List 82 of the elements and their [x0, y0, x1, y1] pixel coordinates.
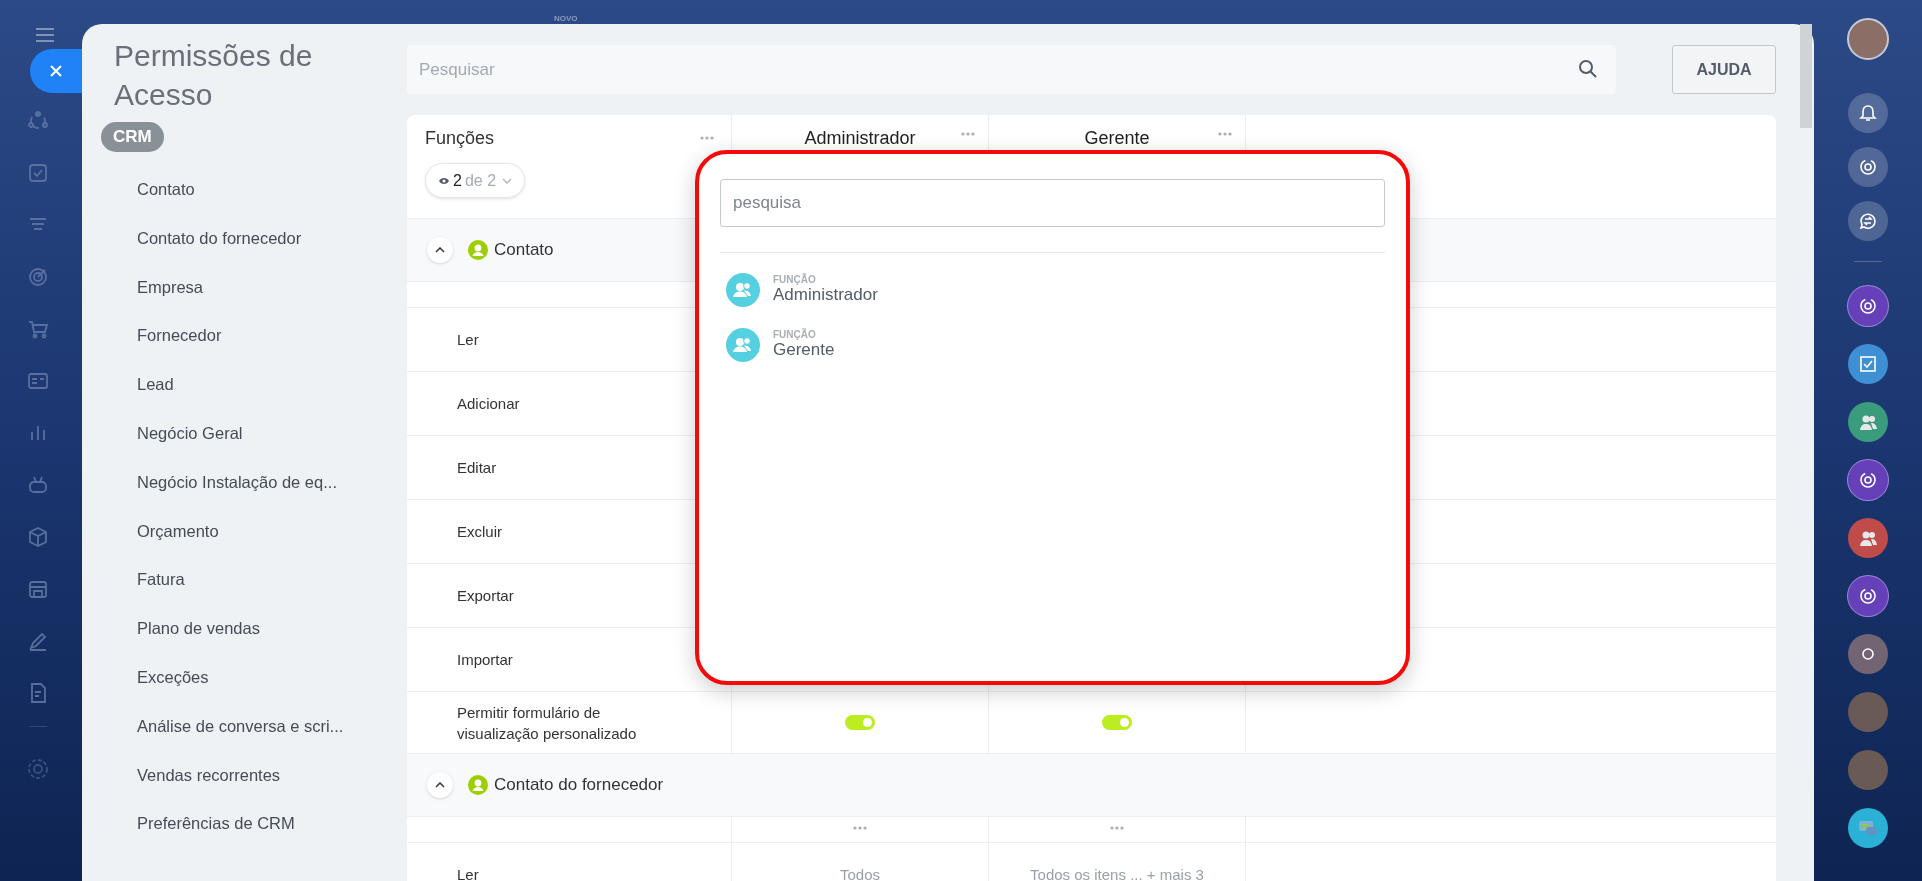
sidebar-item[interactable]: Contato [137, 165, 195, 214]
scrollbar[interactable] [1800, 24, 1812, 128]
more-icon[interactable] [699, 135, 715, 141]
permission-label: Excluir [457, 522, 502, 542]
sidebar-item[interactable]: Contato do fornecedor [137, 213, 302, 263]
column-header: Gerente [1084, 128, 1150, 149]
column-header: Funções [425, 128, 495, 149]
sidebar-item[interactable]: Negócio Geral [137, 409, 243, 458]
box-icon[interactable] [27, 526, 49, 548]
section-title: Contato do fornecedor [494, 775, 664, 795]
role-option[interactable]: FUNÇÃO Gerente [720, 321, 841, 368]
checkbox-icon[interactable] [27, 162, 49, 184]
chat-arrows-icon [1857, 210, 1879, 232]
person-icon [468, 775, 488, 795]
sidebar-item[interactable]: Plano de vendas [137, 604, 260, 653]
checkbox-icon [1857, 353, 1879, 375]
eye-icon [438, 175, 450, 186]
avatar[interactable] [1847, 18, 1889, 60]
chevron-down-icon [502, 177, 513, 184]
person-icon [468, 240, 488, 260]
toggle-switch[interactable] [845, 715, 875, 730]
target-icon[interactable] [27, 266, 49, 288]
search-icon [1578, 59, 1598, 79]
search-field[interactable]: Pesquisar [407, 45, 1616, 94]
role-type-label: FUNÇÃO [773, 329, 817, 340]
page-title: Permissões de Acesso [114, 38, 314, 113]
sidebar-item[interactable]: Lead [137, 360, 174, 409]
sidebar-item[interactable]: Fornecedor [137, 311, 222, 361]
circle-nodes-icon[interactable] [27, 110, 49, 132]
store-icon[interactable] [27, 578, 49, 600]
menu-icon[interactable] [34, 27, 56, 43]
notification-button[interactable] [1848, 93, 1888, 133]
role-name: Administrador [773, 285, 878, 305]
pen-icon[interactable] [27, 630, 49, 652]
permission-label: Ler [457, 865, 479, 881]
sidebar-item[interactable]: Orçamento [137, 506, 219, 556]
chat-arrows-button[interactable] [1848, 201, 1888, 241]
chevron-up-icon [435, 782, 445, 788]
collapse-button[interactable] [427, 237, 453, 263]
more-icon[interactable] [960, 131, 976, 137]
sidebar-item[interactable]: Exceções [137, 652, 209, 702]
permission-label: Importar [457, 650, 513, 670]
settings-icon[interactable] [26, 757, 50, 781]
permission-label: Adicionar [457, 394, 520, 414]
toggle-switch[interactable] [1102, 715, 1132, 730]
permission-label: Exportar [457, 586, 514, 606]
cart-icon[interactable] [27, 318, 49, 340]
close-icon [48, 63, 64, 79]
sidebar-item[interactable]: Análise de conversa e scri... [137, 701, 344, 751]
permission-label: Ler [457, 330, 479, 350]
new-label: NOVO [554, 14, 578, 23]
help-button[interactable]: AJUDA [1672, 45, 1776, 94]
notification-icon [1857, 102, 1879, 124]
more-icon[interactable] [1109, 824, 1125, 831]
role-type-label: FUNÇÃO [773, 274, 817, 285]
permission-label: Editar [457, 458, 497, 478]
card-icon[interactable] [27, 370, 49, 392]
search-field[interactable]: pesquisa [720, 179, 1385, 227]
sidebar-item[interactable]: Fatura [137, 555, 185, 605]
collapse-button[interactable] [427, 772, 453, 798]
people-button[interactable] [1848, 402, 1888, 442]
column-header: Administrador [804, 128, 916, 149]
sidebar-item[interactable]: Empresa [137, 262, 204, 312]
role-option[interactable]: FUNÇÃO Administrador [720, 266, 884, 313]
people-icon [726, 327, 760, 362]
more-icon[interactable] [1217, 131, 1233, 137]
permission-label: Permitir formulário de visualização personalizado [457, 702, 638, 744]
sidebar-item[interactable]: Negócio Instalação de eq... [137, 457, 337, 507]
sidebar-item[interactable]: Vendas recorrentes [137, 750, 281, 800]
more-icon[interactable] [852, 824, 868, 831]
chat-bubbles-button[interactable] [1848, 808, 1888, 848]
visible-roles-filter[interactable]: 2 de 2 [425, 163, 526, 198]
people-icon [726, 272, 760, 307]
avatar[interactable] [1848, 750, 1888, 790]
section-title: Contato [494, 240, 554, 260]
checkbox-button[interactable] [1848, 344, 1888, 384]
close-button[interactable] [30, 49, 82, 93]
chevron-up-icon [435, 247, 445, 253]
sidebar-item[interactable]: Preferências de CRM [137, 799, 295, 849]
ring-button[interactable] [1848, 634, 1888, 674]
people-button[interactable] [1848, 518, 1888, 558]
role-name: Gerente [773, 340, 835, 360]
